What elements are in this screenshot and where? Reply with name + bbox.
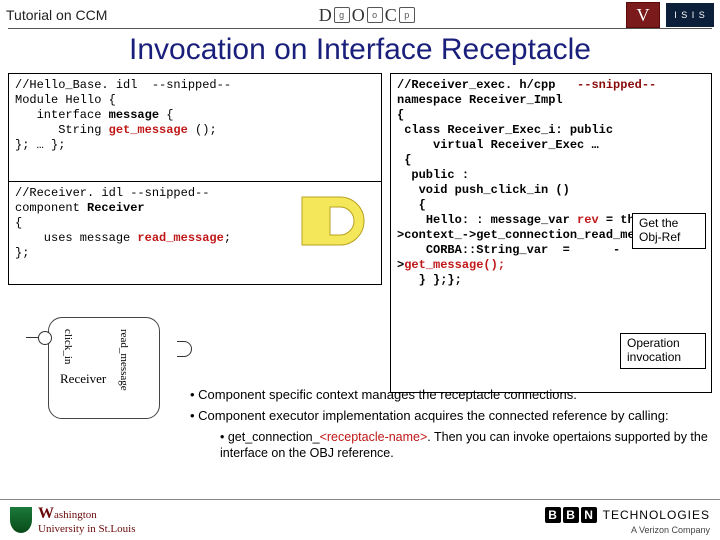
top-bar: Tutorial on CCM Dg Oo Cp V I S I S — [0, 0, 720, 28]
receptacle-symbol-icon — [300, 189, 370, 253]
label-click-in: click_in — [62, 329, 74, 364]
vanderbilt-logo: V — [626, 2, 660, 28]
footer: WWashingtonashington University in St.Lo… — [0, 499, 720, 540]
note-get-objref: Get the Obj-Ref — [632, 213, 706, 249]
receiver-diagram: click_in read_message Receiver — [8, 311, 178, 431]
slide-title: Invocation on Interface Receptacle — [0, 33, 720, 67]
content-area: //Hello_Base. idl --snipped-- Module Hel… — [0, 73, 720, 483]
bullet-3: • get_connection_<receptacle-name>. Then… — [220, 429, 708, 462]
bullet-list: • Component specific context manages the… — [190, 383, 708, 465]
shield-icon — [10, 507, 32, 533]
note-operation-invocation: Operation invocation — [620, 333, 706, 369]
code-hello-base: //Hello_Base. idl --snipped-- Module Hel… — [8, 73, 382, 183]
isis-logo: I S I S — [666, 3, 714, 27]
right-logos: V I S I S — [626, 2, 714, 28]
doc-group-logo: Dg Oo Cp — [319, 5, 415, 26]
receptacle-port-icon — [177, 341, 192, 357]
tutorial-label: Tutorial on CCM — [6, 7, 107, 23]
bullet-2: • Component executor implementation acqu… — [190, 408, 708, 425]
label-read-message: read_message — [118, 329, 130, 391]
wustl-logo: WWashingtonashington University in St.Lo… — [10, 505, 135, 535]
bbn-logo: BBN TECHNOLOGIES A Verizon Company — [545, 505, 710, 535]
bullet-1: • Component specific context manages the… — [190, 387, 708, 404]
port-click-in-icon — [38, 331, 52, 345]
label-receiver: Receiver — [60, 371, 106, 387]
